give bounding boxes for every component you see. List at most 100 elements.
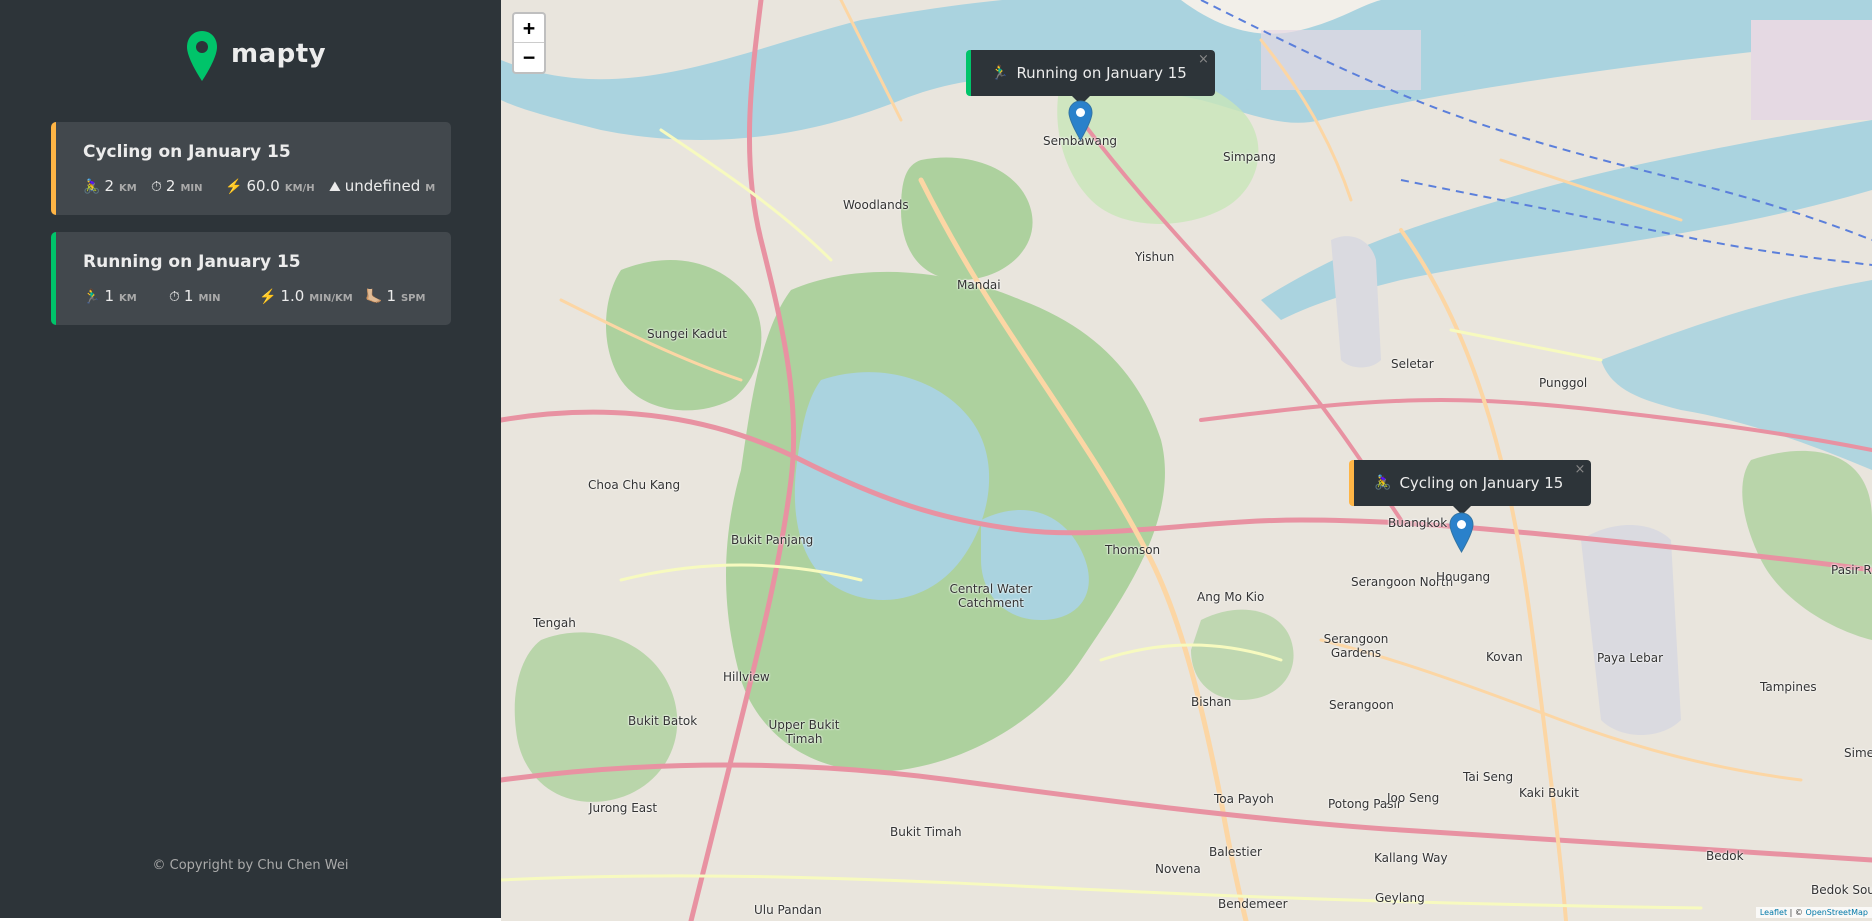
popup-close-button[interactable]: × (1198, 52, 1209, 67)
popup-text: Running on January 15 (1016, 64, 1187, 82)
zoom-in-button[interactable]: + (514, 14, 544, 43)
place-label: Hillview (723, 670, 770, 684)
place-label: Simpang (1223, 150, 1276, 164)
place-label: Joo Seng (1387, 791, 1440, 805)
place-label: Mandai (957, 278, 1001, 292)
sidebar: mapty Cycling on January 15 🚴‍♀️ 2 km ⏱ … (0, 0, 501, 918)
cadence-unit: spm (400, 293, 426, 304)
place-label: Paya Lebar (1597, 651, 1664, 665)
mapty-app: mapty Cycling on January 15 🚴‍♀️ 2 km ⏱ … (0, 0, 1872, 921)
place-label: Upper Bukit Timah (768, 718, 840, 746)
stopwatch-icon: ⏱ (151, 179, 162, 195)
duration-unit: min (198, 293, 221, 304)
place-label: Bukit Timah (890, 825, 962, 839)
place-label: Punggol (1539, 376, 1588, 390)
cycling-popup: 🚴‍♀️ Cycling on January 15 × (1349, 460, 1592, 515)
lightning-icon: ⚡️ (259, 289, 277, 305)
place-label: Choa Chu Kang (588, 478, 681, 492)
openstreetmap-link[interactable]: OpenStreetMap (1805, 908, 1868, 917)
place-label: Central Water Catchment (949, 582, 1033, 610)
workout-item-running[interactable]: Running on January 15 🏃‍♂️ 1 km ⏱ 1 min … (51, 232, 451, 325)
workout-title: Running on January 15 (83, 252, 301, 272)
place-label: Kovan (1486, 650, 1523, 664)
workout-detail-speed: ⚡️ 60.0 km/h (225, 177, 315, 195)
map-tiles (501, 0, 1872, 921)
map-attribution: Leaflet | © OpenStreetMap (1755, 907, 1872, 918)
place-label: Buangkok (1388, 516, 1448, 530)
place-label: Tampines (1760, 680, 1817, 694)
place-label: Sungei Kadut (647, 327, 727, 341)
place-label: Toa Payoh (1214, 792, 1274, 806)
duration-value: 2 (165, 177, 176, 195)
workout-item-cycling[interactable]: Cycling on January 15 🚴‍♀️ 2 km ⏱ 2 min … (51, 122, 451, 215)
place-label: Ulu Pandan (754, 903, 822, 917)
cadence-value: 1 (386, 287, 396, 305)
place-label: Bukit Panjang (731, 533, 814, 547)
marker-pin-icon[interactable] (1068, 100, 1093, 141)
popup-text: Cycling on January 15 (1399, 474, 1564, 492)
popup-close-button[interactable]: × (1574, 462, 1585, 477)
place-label: Novena (1155, 862, 1201, 876)
attribution-separator: | © (1787, 908, 1806, 917)
place-label: Ang Mo Kio (1197, 590, 1265, 604)
elevation-value: undefined (344, 177, 421, 195)
place-label: Tengah (533, 616, 576, 630)
distance-value: 1 (104, 287, 114, 305)
lightning-icon: ⚡️ (225, 179, 243, 195)
cyclist-icon: 🚴‍♀️ (1374, 475, 1392, 491)
duration-unit: min (180, 183, 203, 194)
place-label: Bukit Batok (628, 714, 698, 728)
place-label: Jurong East (589, 801, 658, 815)
running-popup: 🏃‍♂️ Running on January 15 × (966, 50, 1215, 105)
map-pin-icon (187, 31, 217, 81)
zoom-control: + − (512, 12, 546, 74)
workout-detail-duration: ⏱ 1 min (169, 287, 221, 305)
workout-title: Cycling on January 15 (83, 142, 291, 162)
pace-value: 1.0 (280, 287, 305, 305)
copyright: © Copyright by Chu Chen Wei (152, 858, 349, 873)
cyclist-icon: 🚴‍♀️ (83, 179, 101, 195)
distance-value: 2 (104, 177, 114, 195)
elevation-unit: m (425, 183, 436, 194)
place-label: Bedok South (1811, 883, 1872, 897)
place-label: Pasir Ris (1831, 563, 1872, 577)
place-label: Kallang Way (1374, 851, 1448, 865)
place-label: Yishun (1135, 250, 1175, 264)
place-label: Balestier (1209, 845, 1262, 859)
place-label: Simei (1844, 746, 1872, 760)
place-label: Tai Seng (1463, 770, 1514, 784)
workout-detail-cadence: 🦶🏼 1 spm (365, 287, 425, 305)
place-label: Hougang (1436, 570, 1491, 584)
map[interactable]: Woodlands Sembawang Simpang Mandai Yishu… (501, 0, 1872, 921)
workout-detail-duration: ⏱ 2 min (151, 177, 203, 195)
logo: mapty (185, 29, 326, 83)
runner-icon: 🏃‍♂️ (83, 289, 101, 305)
speed-unit: km/h (284, 183, 315, 194)
place-label: Seletar (1391, 357, 1434, 371)
distance-unit: km (118, 183, 137, 194)
duration-value: 1 (183, 287, 194, 305)
place-label: Kaki Bukit (1519, 786, 1579, 800)
place-label: Woodlands (843, 198, 909, 212)
place-label: Serangoon (1329, 698, 1394, 712)
marker-pin-icon[interactable] (1449, 512, 1474, 553)
workout-detail-distance: 🚴‍♀️ 2 km (83, 177, 137, 195)
pace-unit: min/km (309, 293, 353, 304)
logo-text: mapty (231, 39, 327, 69)
leaflet-link[interactable]: Leaflet (1760, 908, 1787, 917)
place-label: Thomson (1105, 543, 1161, 557)
zoom-out-button[interactable]: − (514, 43, 544, 72)
workout-detail-pace: ⚡️ 1.0 min/km (259, 287, 353, 305)
runner-icon: 🏃‍♂️ (991, 65, 1009, 81)
foot-icon: 🦶🏼 (365, 289, 383, 305)
distance-unit: km (118, 293, 137, 304)
place-label: Geylang (1375, 891, 1425, 905)
place-label: Bedok (1706, 849, 1744, 863)
stopwatch-icon: ⏱ (169, 289, 180, 305)
place-label: Bishan (1191, 695, 1232, 709)
speed-value: 60.0 (246, 177, 280, 195)
place-label: Serangoon Gardens (1323, 632, 1389, 660)
place-label: Bendemeer (1218, 897, 1288, 911)
workout-detail-elevation: ⛰ undefined m (329, 177, 435, 195)
mountain-icon: ⛰ (329, 179, 341, 195)
